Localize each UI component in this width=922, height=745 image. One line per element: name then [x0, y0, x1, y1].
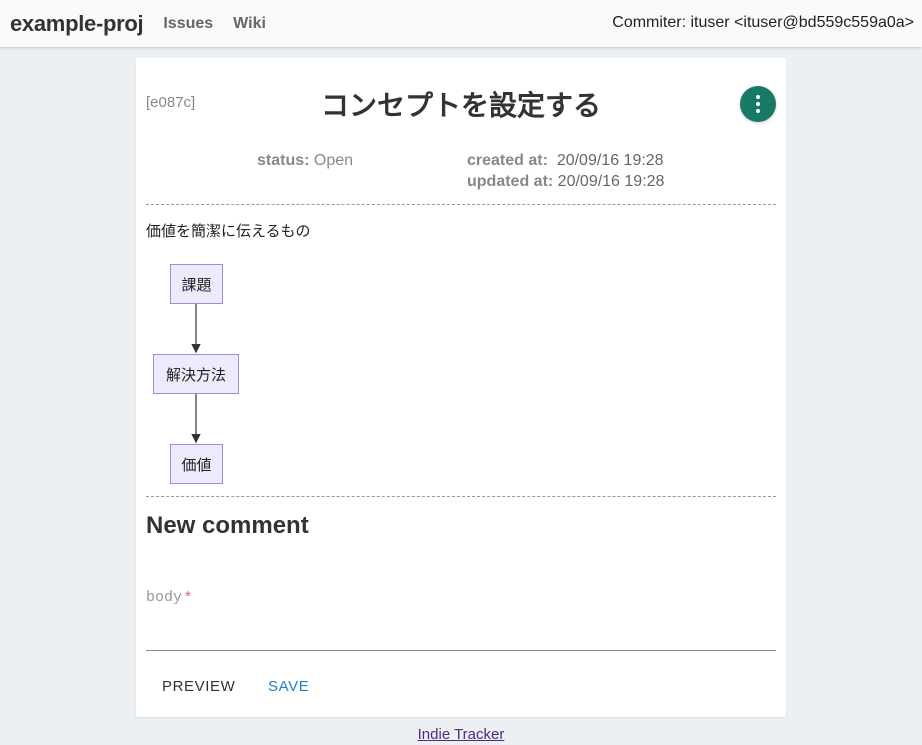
- divider-bottom: [146, 496, 776, 497]
- flow-node-value: 価値: [170, 444, 223, 484]
- body-label-text: body: [146, 589, 183, 606]
- issue-card: [e087c] コンセプトを設定する status: Open created …: [136, 58, 786, 717]
- new-comment-heading: New comment: [146, 512, 309, 539]
- save-button[interactable]: SAVE: [268, 678, 309, 695]
- flowchart-arrows: [191, 304, 201, 444]
- required-mark: *: [185, 588, 191, 605]
- nav-issues[interactable]: Issues: [163, 15, 213, 33]
- body-field-label: body *: [146, 588, 191, 606]
- comment-body-input[interactable]: [146, 618, 776, 651]
- flow-node-problem: 課題: [170, 264, 223, 304]
- flow-node-solution: 解決方法: [153, 354, 239, 394]
- nav-wiki[interactable]: Wiki: [233, 15, 266, 33]
- top-bar: example-proj Issues Wiki Commiter: ituse…: [0, 0, 922, 47]
- footer-link-indie-tracker[interactable]: Indie Tracker: [0, 726, 922, 743]
- project-name[interactable]: example-proj: [10, 11, 144, 37]
- committer-info: Commiter: ituser <ituser@bd559c559a0a>: [612, 14, 914, 31]
- preview-button[interactable]: PREVIEW: [162, 678, 235, 695]
